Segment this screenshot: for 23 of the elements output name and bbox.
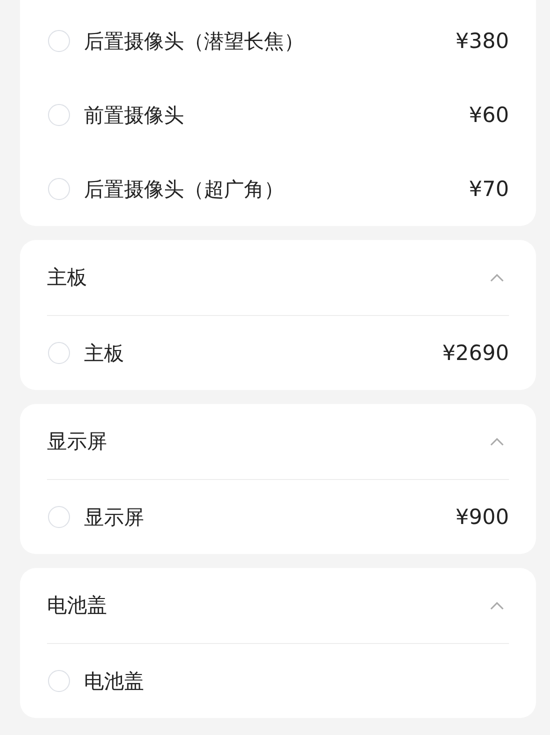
item-name: 前置摄像头	[84, 102, 185, 128]
item-name: 主板	[84, 340, 125, 366]
chevron-up-icon[interactable]	[490, 602, 504, 610]
item-price: ¥380	[456, 29, 509, 53]
radio-button[interactable]	[48, 30, 70, 52]
radio-button[interactable]	[48, 342, 70, 364]
radio-button[interactable]	[48, 506, 70, 528]
item-name: 显示屏	[84, 504, 145, 530]
item-name: 后置摄像头（潜望长焦）	[84, 28, 305, 54]
item-price: ¥900	[456, 505, 509, 529]
item-name: 后置摄像头（超广角）	[84, 176, 285, 202]
section-title: 电池盖	[47, 592, 107, 619]
chevron-up-icon[interactable]	[490, 438, 504, 446]
chevron-up-icon[interactable]	[490, 274, 504, 282]
section-title: 显示屏	[47, 428, 107, 455]
item-price: ¥2690	[442, 341, 509, 365]
item-price: ¥60	[468, 103, 509, 127]
radio-button[interactable]	[48, 178, 70, 200]
item-name: 电池盖	[84, 668, 145, 694]
radio-button[interactable]	[48, 104, 70, 126]
radio-button[interactable]	[48, 670, 70, 692]
section-title: 主板	[47, 264, 87, 291]
item-price: ¥70	[468, 177, 509, 201]
